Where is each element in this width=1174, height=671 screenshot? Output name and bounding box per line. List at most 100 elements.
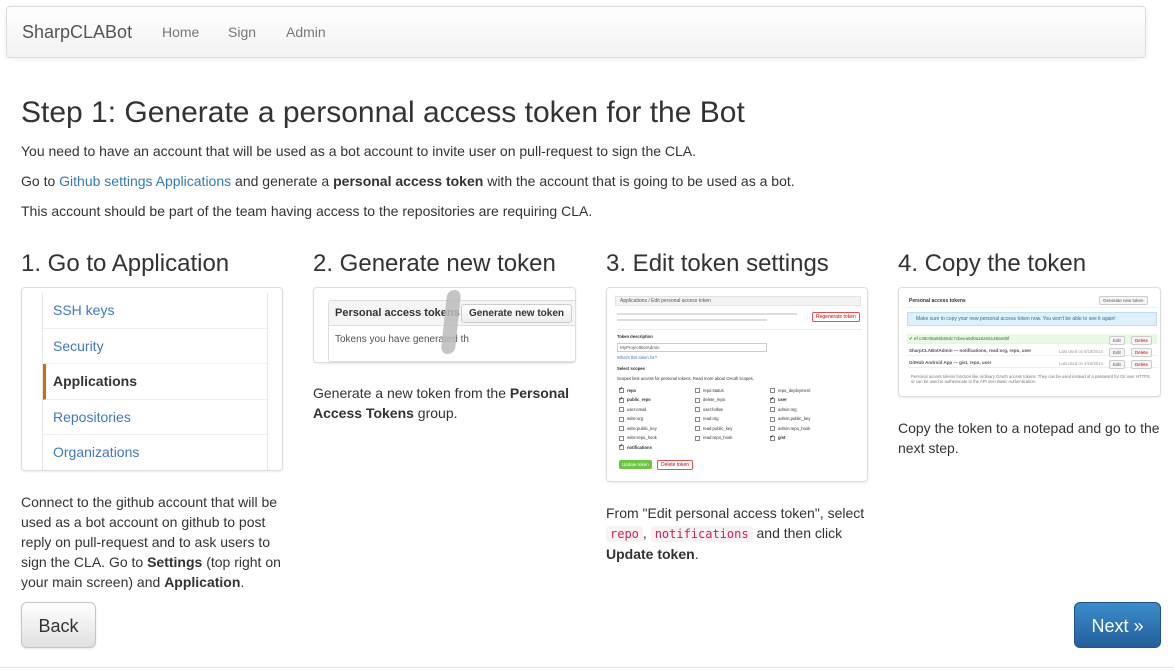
code-repo: repo bbox=[606, 526, 643, 542]
menu-item-security: Security bbox=[43, 329, 267, 364]
step-3-title: 3. Edit token settings bbox=[606, 250, 829, 277]
nav-admin-link[interactable]: Admin bbox=[286, 24, 326, 40]
intro-paragraph: You need to have an account that will be… bbox=[21, 143, 697, 159]
mini-date: Last used on 9/18/2014 bbox=[1059, 349, 1103, 354]
bold-text: Update token bbox=[606, 546, 695, 562]
code-notifications: notifications bbox=[650, 526, 753, 542]
mini-scope-label: repo bbox=[627, 387, 637, 393]
instructions-paragraph: Go to Github settings Applications and g… bbox=[21, 173, 795, 189]
bold-text: Application bbox=[164, 574, 241, 590]
mini-scope-checkbox bbox=[695, 416, 700, 422]
mini-label: Token description bbox=[617, 334, 653, 339]
text-segment: , bbox=[642, 525, 651, 541]
step-1-description: Connect to the github account that will … bbox=[21, 492, 286, 592]
navbar: SharpCLABot Home Sign Admin bbox=[6, 6, 1146, 58]
mini-scope-checkbox bbox=[770, 407, 775, 412]
tokens-panel-title: Personal access tokens bbox=[335, 307, 460, 319]
mini-scope-checkbox bbox=[619, 407, 624, 412]
text-segment: with the account that is going to be use… bbox=[483, 173, 795, 189]
nav-home-link[interactable]: Home bbox=[162, 24, 199, 40]
mini-scope-label: user bbox=[778, 397, 787, 402]
mini-scope-checkbox bbox=[619, 416, 624, 422]
mini-footer-note: Personal access tokens function like ord… bbox=[911, 374, 1151, 384]
mini-scope-label: repo:status bbox=[703, 387, 724, 393]
mini-scope-label: admin:org bbox=[778, 406, 797, 412]
nav-sign-link[interactable]: Sign bbox=[228, 24, 256, 40]
mini-edit-button: Edit bbox=[1109, 336, 1125, 345]
mini-scope-label: admin:public_key bbox=[778, 416, 811, 421]
mini-delete-button: Delete token bbox=[657, 460, 694, 470]
mini-scope-label: notifications bbox=[627, 444, 652, 450]
mini-generate-button: Generate new token bbox=[1099, 296, 1148, 305]
generate-token-button: Generate new token bbox=[460, 304, 572, 323]
mini-scope-checkbox bbox=[619, 443, 624, 450]
back-button[interactable]: Back bbox=[21, 602, 96, 648]
mini-delete-button: Delete bbox=[1131, 336, 1153, 345]
bold-text: Settings bbox=[147, 554, 203, 570]
step-3-screenshot: Applications / Edit personal access toke… bbox=[606, 287, 868, 482]
mini-scope-checkbox bbox=[619, 426, 624, 431]
mini-scope-checkbox bbox=[770, 434, 775, 441]
bold-text: personal access token bbox=[333, 173, 484, 189]
text-segment: . bbox=[694, 546, 699, 562]
step-4-title: 4. Copy the token bbox=[898, 250, 1087, 277]
menu-item-organizations: Organizations bbox=[43, 435, 267, 470]
mini-scope-label: write:repo_hook bbox=[627, 435, 657, 440]
mini-scope-label: read:repo_hook bbox=[703, 435, 733, 440]
menu-item-applications: Applications bbox=[43, 364, 267, 400]
text-segment: Go to bbox=[21, 173, 60, 189]
text-segment: Generate a new token from the bbox=[313, 385, 510, 401]
footer-divider bbox=[0, 667, 1174, 668]
mini-scope-checkbox bbox=[695, 397, 700, 403]
text-segment: From "Edit personal access token", selec… bbox=[606, 505, 865, 521]
mini-scope-label: public_repo bbox=[627, 397, 651, 402]
mini-edit-button: Edit bbox=[1109, 348, 1125, 357]
mini-scope-label: write:public_key bbox=[627, 425, 657, 431]
step-2-description: Generate a new token from the Personal A… bbox=[313, 383, 583, 423]
mini-divider bbox=[907, 307, 1157, 308]
mini-scope-checkbox bbox=[770, 416, 775, 422]
mini-delete-button: Delete bbox=[1131, 360, 1153, 369]
mini-help-link: What's this token for? bbox=[617, 355, 658, 360]
step-3-description: From "Edit personal access token", selec… bbox=[606, 503, 876, 564]
mini-scope-checkbox bbox=[695, 388, 700, 393]
mini-scope-label: repo_deployment bbox=[778, 387, 811, 393]
mini-scope-label: admin:repo_hook bbox=[778, 425, 811, 431]
brand-link[interactable]: SharpCLABot bbox=[22, 22, 132, 43]
mini-scope-checkbox bbox=[695, 426, 700, 431]
mini-scope-checkbox bbox=[770, 426, 775, 431]
menu-item-repositories: Repositories bbox=[43, 400, 267, 435]
settings-menu: SSH keys Security Applications Repositor… bbox=[42, 293, 268, 470]
step-4-description: Copy the token to a notepad and go to th… bbox=[898, 420, 1160, 456]
mini-scope-label: write:org bbox=[627, 416, 644, 421]
mini-scope-label: delete_repo bbox=[703, 397, 726, 402]
mini-edit-button: Edit bbox=[1109, 360, 1125, 369]
step-4-screenshot: Personal access tokens Generate new toke… bbox=[898, 287, 1161, 397]
mini-scope-checkbox bbox=[619, 386, 624, 393]
mini-regenerate-button: Regenerate token bbox=[812, 312, 860, 322]
next-button[interactable]: Next » bbox=[1074, 602, 1161, 648]
mini-date: Last used on 4/18/2014 bbox=[1059, 361, 1103, 366]
mini-scope-checkbox bbox=[770, 388, 775, 393]
step-2-title: 2. Generate new token bbox=[313, 250, 556, 277]
mini-description-input: MyProjectBotAdmin bbox=[617, 343, 767, 352]
mini-scope-label: user:follow bbox=[703, 406, 724, 412]
mini-scope-checkbox bbox=[619, 435, 624, 441]
text-segment: . bbox=[240, 574, 245, 590]
team-note-paragraph: This account should be part of the team … bbox=[21, 203, 593, 219]
mini-delete-button: Delete bbox=[1131, 348, 1153, 357]
text-segment: and then click bbox=[752, 525, 843, 541]
mini-text-line bbox=[617, 313, 797, 315]
mini-scopes-label: Select scopes bbox=[617, 366, 645, 371]
github-settings-link[interactable]: Github settings Applications bbox=[59, 173, 231, 189]
mini-scope-checkbox bbox=[695, 407, 700, 412]
text-segment: and generate a bbox=[231, 173, 334, 189]
mini-text-line bbox=[617, 319, 767, 321]
menu-item-ssh-keys: SSH keys bbox=[43, 293, 267, 329]
mini-breadcrumb: Applications / Edit personal access toke… bbox=[615, 296, 861, 306]
mini-tokens-header: Personal access tokens bbox=[909, 298, 966, 304]
mini-scope-checkbox bbox=[695, 435, 700, 441]
mini-scope-label: read:org bbox=[703, 416, 719, 421]
mini-scope-label: gist bbox=[778, 435, 786, 440]
step-2-screenshot: Personal access tokens Generate new toke… bbox=[313, 287, 576, 363]
